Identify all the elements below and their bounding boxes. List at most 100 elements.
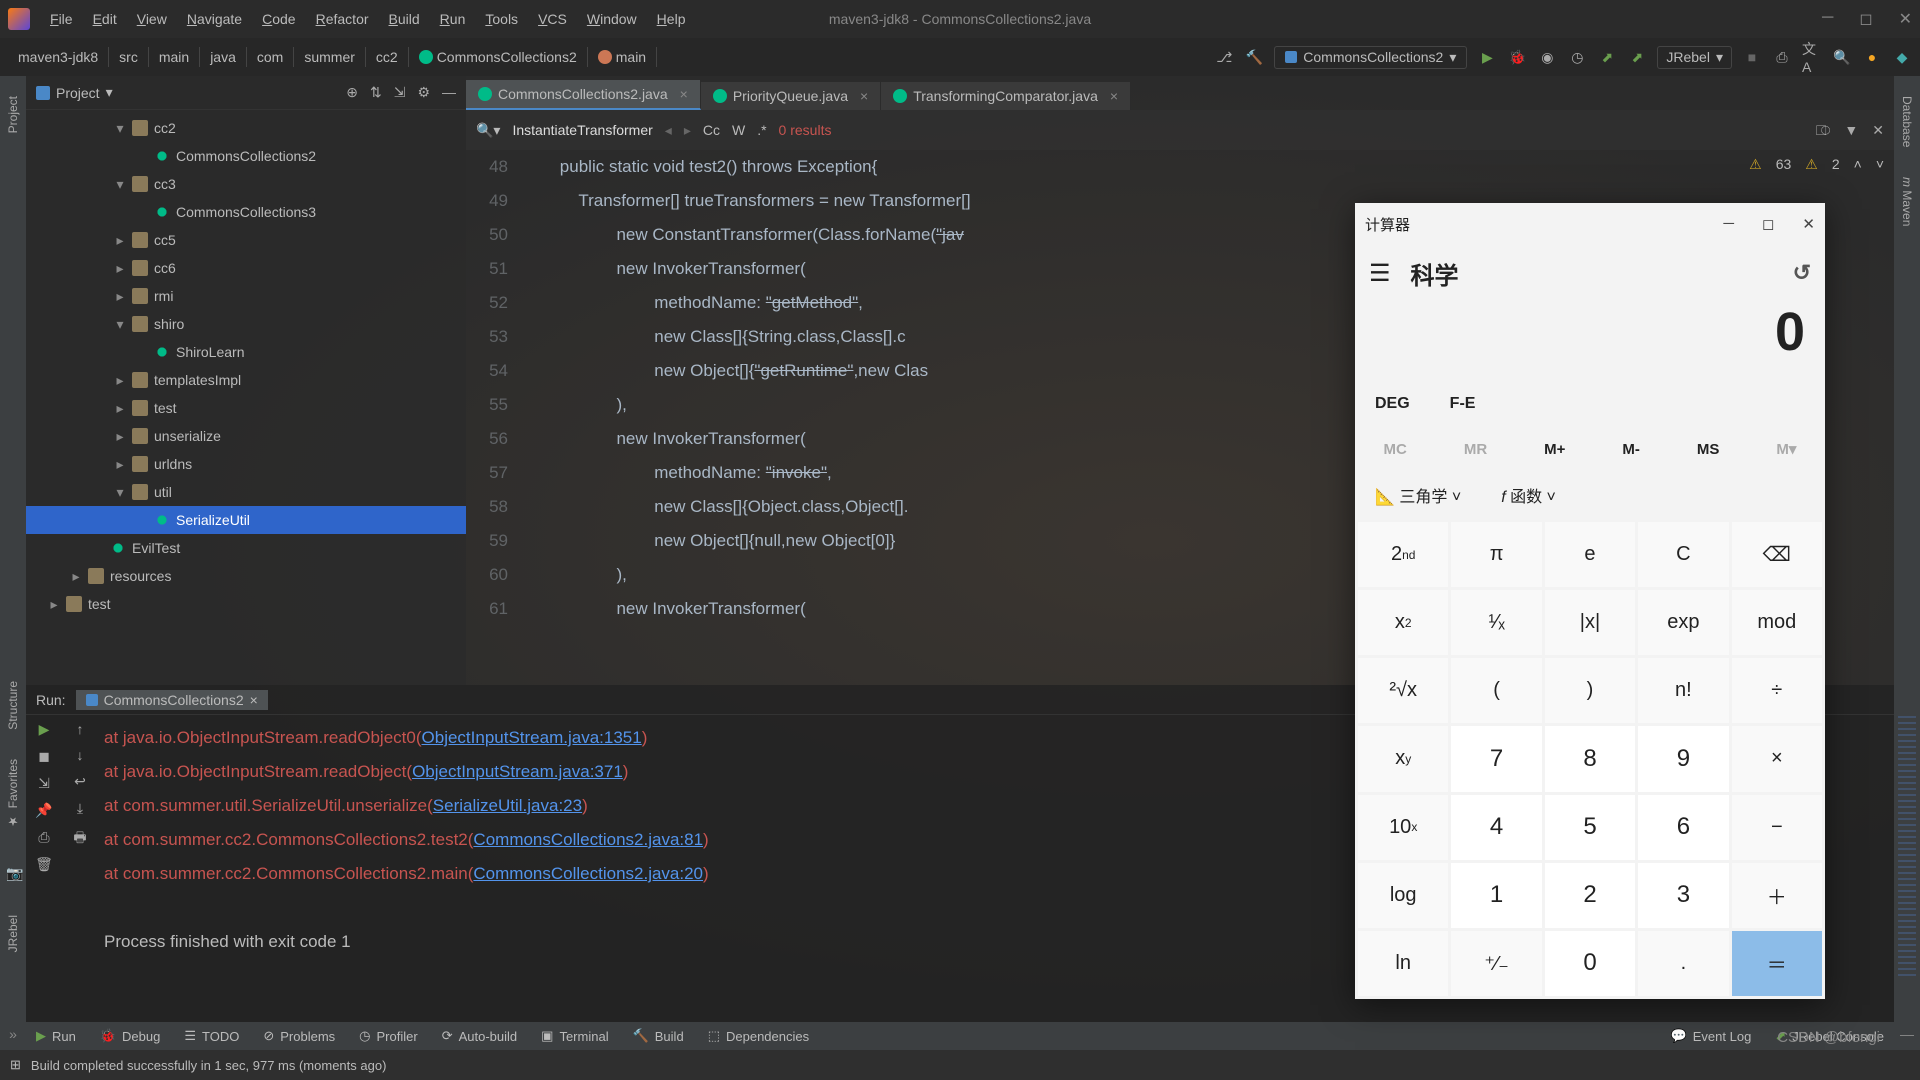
calc-key[interactable]: π [1451,522,1541,587]
project-view-select[interactable]: Project ▾ [36,84,113,101]
build-button[interactable]: 🔨Build [633,1028,684,1044]
menu-window[interactable]: Window [579,7,645,31]
calc-key[interactable]: ⁺⁄₋ [1451,931,1541,996]
calc-key[interactable]: 2 [1545,863,1635,928]
mem-M+[interactable]: M+ [1544,441,1565,458]
print-icon[interactable]: 🖶 [73,827,86,851]
crumb-java[interactable]: java [200,47,247,67]
calc-key[interactable]: . [1638,931,1728,996]
crumb-src[interactable]: src [109,47,149,67]
jetbrains-icon[interactable]: ◆ [1892,47,1912,67]
problems-button[interactable]: ⊘Problems [263,1028,335,1044]
close-find-icon[interactable]: ✕ [1872,122,1884,139]
tree-item-test[interactable]: ▸test [26,394,466,422]
favorites-tool-button[interactable]: ★Favorites [6,759,20,828]
debug-icon[interactable]: 🐞 [1507,47,1527,67]
crumb-main[interactable]: main [588,47,657,67]
crumb-CommonsCollections2[interactable]: CommonsCollections2 [409,47,588,67]
calc-key[interactable]: ＝ [1732,931,1822,996]
maven-tool-button[interactable]: m Maven [1900,177,1914,226]
run-tab[interactable]: CommonsCollections2 × [76,690,268,710]
wrap-icon[interactable]: ↩ [74,773,86,790]
maximize-icon[interactable]: ◻ [1859,9,1872,29]
locate-icon[interactable]: ⊕ [346,84,358,101]
hide-icon[interactable]: — [442,84,456,101]
calc-key[interactable]: 3 [1638,863,1728,928]
up-icon[interactable]: ↑ [77,721,84,737]
tree-item-shiro[interactable]: ▾shiro [26,310,466,338]
profile-icon[interactable]: ◷ [1567,47,1587,67]
run-button[interactable]: ▶Run [36,1028,76,1044]
tree-item-unserialize[interactable]: ▸unserialize [26,422,466,450]
editor-tab[interactable]: PriorityQueue.java× [701,82,881,110]
tree-item-rmi[interactable]: ▸rmi [26,282,466,310]
calc-key[interactable]: 7 [1451,726,1541,791]
menu-help[interactable]: Help [649,7,694,31]
calc-key[interactable]: 5 [1545,795,1635,860]
rerun-icon[interactable]: ▶ [39,721,50,738]
mem-M-[interactable]: M- [1622,441,1640,458]
close-tab-icon[interactable]: × [250,692,258,708]
calc-key[interactable]: × [1732,726,1822,791]
filter-icon[interactable]: ⎄ [1816,122,1831,139]
calc-key[interactable]: ¹⁄ₓ [1451,590,1541,655]
run-config-select[interactable]: CommonsCollections2 ▾ [1274,46,1467,69]
calc-key[interactable]: ²√x [1358,658,1448,723]
calc-close-icon[interactable]: ✕ [1802,215,1815,233]
calc-key[interactable]: ( [1451,658,1541,723]
calc-key[interactable]: C [1638,522,1728,587]
calc-key[interactable]: x2 [1358,590,1448,655]
menu-navigate[interactable]: Navigate [179,7,250,31]
translate-icon[interactable]: 文A [1802,47,1822,67]
menu-build[interactable]: Build [381,7,428,31]
next-icon[interactable]: ▸ [684,122,691,139]
event-log-button[interactable]: 💬Event Log [1671,1028,1752,1044]
jrebel-tool-button[interactable]: JRebel [6,915,20,952]
calc-key[interactable]: 4 [1451,795,1541,860]
tool-window-icon[interactable]: ⊞ [10,1057,21,1073]
calc-key[interactable]: 8 [1545,726,1635,791]
calc-key[interactable]: exp [1638,590,1728,655]
calc-key[interactable]: log [1358,863,1448,928]
menu-code[interactable]: Code [254,7,303,31]
crumb-maven3-jdk8[interactable]: maven3-jdk8 [8,47,109,67]
menu-tools[interactable]: Tools [477,7,526,31]
collapse-icon[interactable]: ⇲ [394,84,406,101]
calc-key[interactable]: − [1732,795,1822,860]
calc-key[interactable]: ln [1358,931,1448,996]
tree-item-cc5[interactable]: ▸cc5 [26,226,466,254]
calc-key[interactable]: n! [1638,658,1728,723]
pin-icon[interactable]: 📌 [35,802,52,819]
calc-key[interactable]: ÷ [1732,658,1822,723]
tree-item-test[interactable]: ▸test [26,590,466,618]
crumb-main[interactable]: main [149,47,200,67]
todo-button[interactable]: ☰TODO [184,1028,239,1044]
history-icon[interactable]: ↺ [1793,260,1811,286]
run-icon[interactable]: ▶ [1477,47,1497,67]
tree-item-resources[interactable]: ▸resources [26,562,466,590]
calc-key[interactable]: mod [1732,590,1822,655]
calc-maximize-icon[interactable]: ◻ [1762,215,1774,233]
deg-toggle[interactable]: DEG [1375,395,1410,413]
func-dropdown[interactable]: f 函数 ˅ [1501,483,1556,507]
tree-item-cc2[interactable]: ▾cc2 [26,114,466,142]
calc-key[interactable]: 10x [1358,795,1448,860]
profiler-button[interactable]: ◷Profiler [359,1028,418,1044]
database-tool-button[interactable]: Database [1900,96,1914,147]
layout-icon[interactable]: ⇲ [38,775,50,792]
project-tool-button[interactable]: Project [6,96,20,133]
calc-key[interactable]: 1 [1451,863,1541,928]
stop-icon[interactable]: ◼ [38,748,50,765]
fe-toggle[interactable]: F-E [1450,395,1476,413]
tree-item-cc6[interactable]: ▸cc6 [26,254,466,282]
scroll-icon[interactable]: ⤓ [77,800,83,817]
calc-key[interactable]: ⌫ [1732,522,1822,587]
hamburger-icon[interactable]: ☰ [1369,259,1391,288]
camera-icon[interactable]: 📷 [6,865,20,879]
tree-item-cc3[interactable]: ▾cc3 [26,170,466,198]
hammer-icon[interactable]: 🔨 [1244,47,1264,67]
calc-minimize-icon[interactable]: ─ [1723,215,1734,233]
structure-tool-button[interactable]: Structure [6,681,20,730]
breadcrumb[interactable]: maven3-jdk8srcmainjavacomsummercc2Common… [8,47,657,67]
calc-key[interactable]: ) [1545,658,1635,723]
